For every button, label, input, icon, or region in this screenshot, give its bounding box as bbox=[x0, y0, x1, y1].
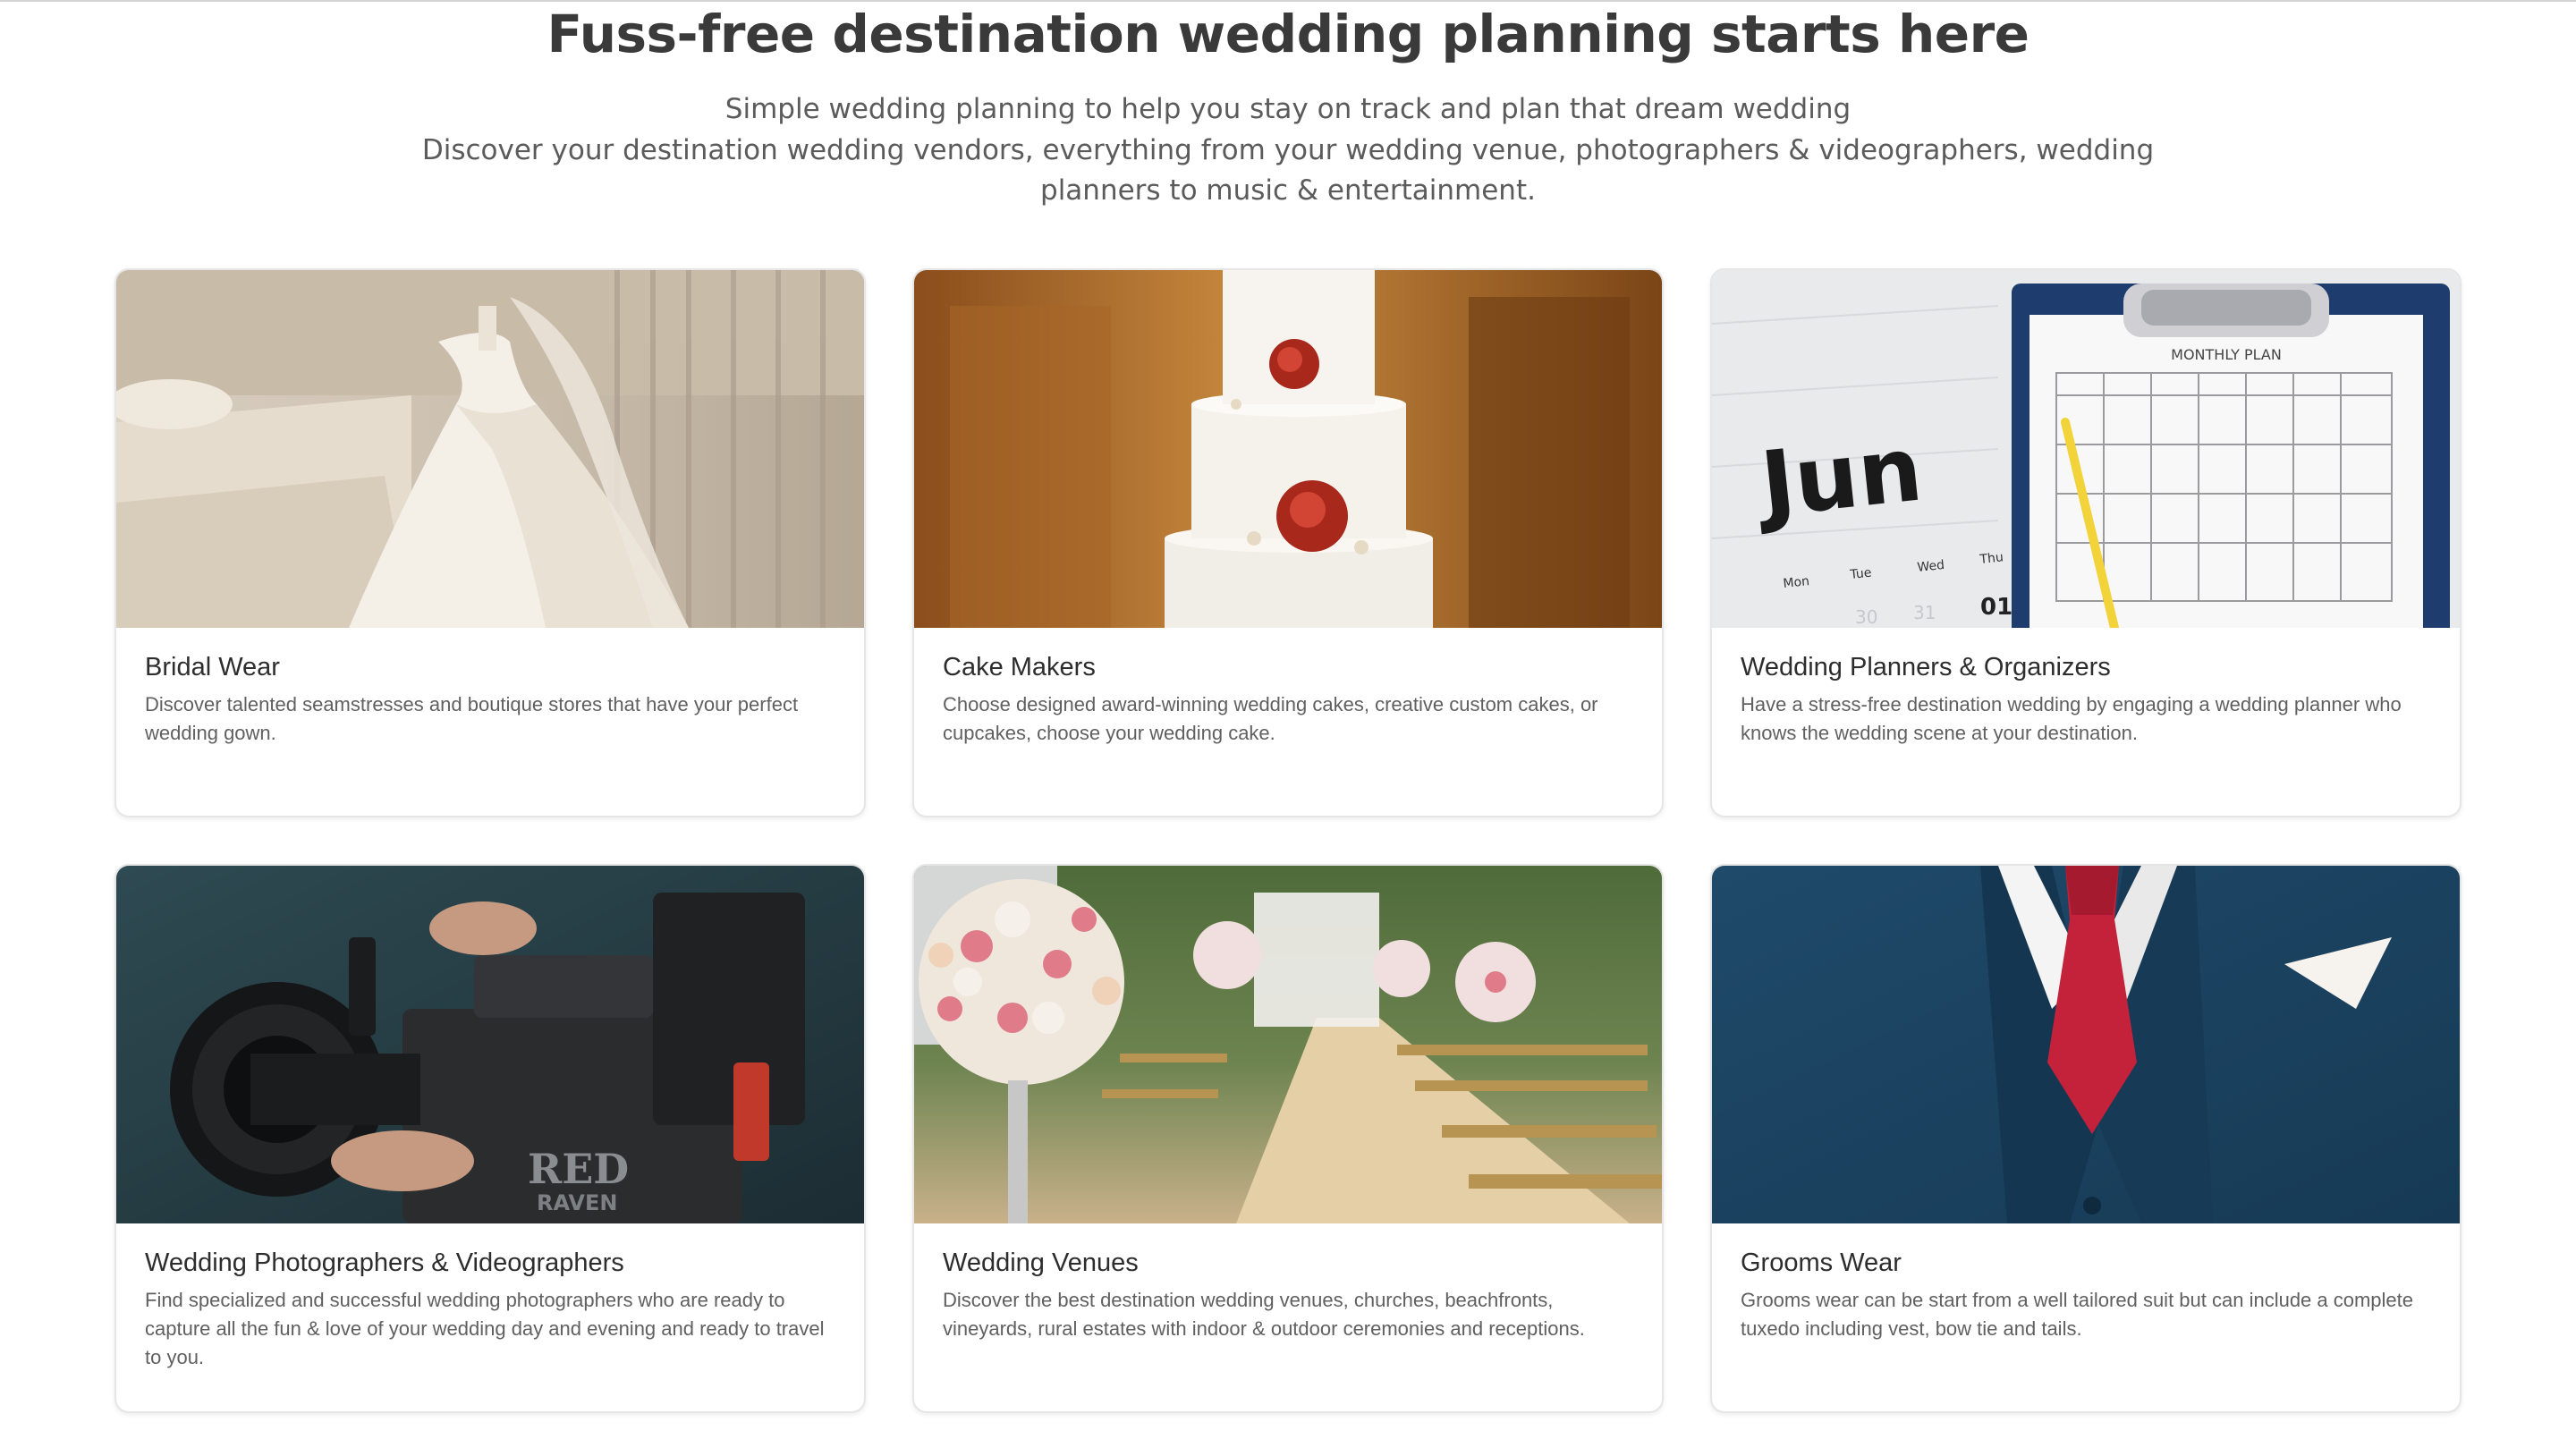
category-card-bridal-wear[interactable]: Bridal Wear Discover talented seamstress… bbox=[114, 268, 866, 817]
card-description: Discover the best destination wedding ve… bbox=[943, 1289, 1585, 1340]
camera-brand-text: RED bbox=[528, 1145, 629, 1193]
camera-model-text: RAVEN bbox=[537, 1190, 617, 1215]
card-title[interactable]: Wedding Planners & Organizers bbox=[1741, 649, 2438, 685]
card-title[interactable]: Wedding Venues bbox=[943, 1245, 1640, 1281]
card-description: Choose designed award-winning wedding ca… bbox=[943, 693, 1598, 744]
card-title[interactable]: Wedding Photographers & Videographers bbox=[145, 1245, 843, 1281]
svg-text:Mon: Mon bbox=[1783, 574, 1810, 591]
svg-text:Thu: Thu bbox=[1979, 550, 2004, 567]
wedding-dress-photo bbox=[116, 270, 864, 628]
wedding-venue-aisle-photo bbox=[914, 866, 1662, 1223]
category-card-wedding-venues[interactable]: Wedding Venues Discover the best destina… bbox=[912, 864, 1664, 1413]
svg-text:Wed: Wed bbox=[1917, 558, 1945, 575]
category-card-wedding-planners[interactable]: Jun Mon Tue Wed Thu 30 31 01 MONTHLY PLA… bbox=[1710, 268, 2462, 817]
card-description: Grooms wear can be start from a well tai… bbox=[1741, 1289, 2414, 1340]
card-title[interactable]: Bridal Wear bbox=[145, 649, 843, 685]
card-description: Have a stress-free destination wedding b… bbox=[1741, 693, 2402, 744]
card-description: Find specialized and successful wedding … bbox=[145, 1289, 825, 1368]
wedding-cake-photo bbox=[914, 270, 1662, 628]
page-subtitle: Simple wedding planning to help you stay… bbox=[724, 93, 1852, 125]
svg-text:30: 30 bbox=[1855, 606, 1877, 628]
planner-header-text: MONTHLY PLAN bbox=[2171, 346, 2282, 363]
svg-text:31: 31 bbox=[1913, 602, 1936, 623]
card-title[interactable]: Grooms Wear bbox=[1741, 1245, 2438, 1281]
page-description: Discover your destination wedding vendor… bbox=[421, 134, 2155, 207]
calendar-month-text: Jun bbox=[1750, 416, 1927, 538]
svg-text:01: 01 bbox=[1980, 594, 2012, 621]
card-description: Discover talented seamstresses and bouti… bbox=[145, 693, 799, 744]
category-card-cake-makers[interactable]: Cake Makers Choose designed award-winnin… bbox=[912, 268, 1664, 817]
video-camera-photo: RED RAVEN bbox=[116, 866, 864, 1223]
card-title[interactable]: Cake Makers bbox=[943, 649, 1640, 685]
category-card-grooms-wear[interactable]: Grooms Wear Grooms wear can be start fro… bbox=[1710, 864, 2462, 1413]
page-title: Fuss-free destination wedding planning s… bbox=[547, 4, 2029, 64]
calendar-planner-photo: Jun Mon Tue Wed Thu 30 31 01 MONTHLY PLA… bbox=[1712, 270, 2460, 628]
svg-text:Tue: Tue bbox=[1849, 566, 1872, 583]
category-card-photographers[interactable]: RED RAVEN Wedding Photographers & Videog… bbox=[114, 864, 866, 1413]
groom-suit-photo bbox=[1712, 866, 2460, 1223]
